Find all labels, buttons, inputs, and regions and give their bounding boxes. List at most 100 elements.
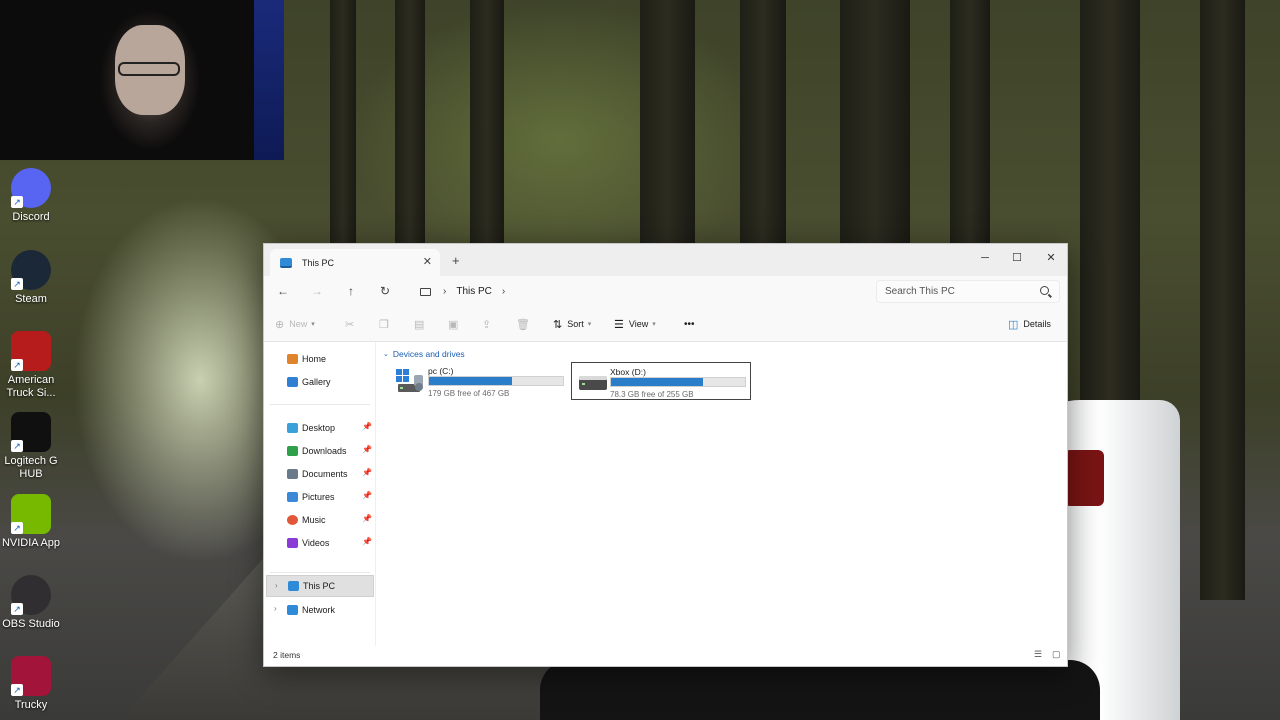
desktop-icon-discord[interactable]: ↗ Discord [0, 168, 62, 224]
more-options-button[interactable]: ••• [684, 317, 695, 331]
trucky-icon: ↗ [11, 656, 51, 696]
close-button[interactable]: ✕ [1036, 248, 1066, 268]
desktop-icon-label: NVIDIA App [1, 537, 61, 549]
wallpaper-car-taillight [1064, 450, 1104, 506]
chevron-down-icon: ▾ [587, 321, 592, 328]
drive-usage-fill [611, 378, 704, 386]
new-button[interactable]: ⊕ New ▾ [275, 317, 315, 331]
status-bar: 2 items ☰ ▢ [264, 644, 1067, 666]
shortcut-arrow-icon: ↗ [11, 359, 23, 371]
desktop-icon-label: American Truck Si... [6, 374, 56, 399]
sort-button[interactable]: ⇅ Sort ▾ [553, 317, 591, 331]
sidebar-item-label: Downloads [302, 446, 347, 456]
shortcut-arrow-icon: ↗ [11, 278, 23, 290]
back-button[interactable]: ← [273, 282, 293, 300]
shortcut-arrow-icon: ↗ [11, 603, 23, 615]
drive-usage-bar [428, 376, 564, 386]
desktop-icon-label: Logitech G HUB [4, 455, 58, 480]
view-list-icon: ☰ [614, 318, 624, 331]
refresh-button[interactable]: ↻ [375, 282, 395, 300]
wallpaper-car-bumper [540, 660, 1100, 720]
sort-icon: ⇅ [553, 318, 563, 331]
details-button[interactable]: ◫ Details [1008, 317, 1051, 331]
sidebar-item-documents[interactable]: Documents 📌 [266, 463, 374, 485]
documents-icon [287, 469, 298, 479]
sidebar-item-network[interactable]: › Network [266, 599, 374, 621]
command-bar: ⊕ New ▾ ✂ ❐ ▤ ▣ ⇪ 🗑 ⇅ Sort ▾ ☰ View ▾ ••… [264, 306, 1067, 342]
shortcut-arrow-icon: ↗ [11, 522, 23, 534]
details-pane-icon: ◫ [1008, 318, 1019, 331]
desktop-icon-label: Discord [12, 211, 50, 223]
this-pc-icon [280, 257, 292, 268]
sidebar-item-label: Home [302, 354, 327, 364]
desktop-icon-obs[interactable]: ↗ OBS Studio [0, 575, 62, 631]
sidebar-item-label: This PC [303, 581, 336, 591]
sidebar-item-pictures[interactable]: Pictures 📌 [266, 486, 374, 508]
cut-button[interactable]: ✂ [345, 317, 359, 331]
desktop-folder-icon [287, 423, 298, 433]
tab-close-icon[interactable]: ✕ [423, 255, 432, 268]
details-view-icon[interactable]: ☰ [1034, 650, 1044, 659]
sidebar-item-gallery[interactable]: Gallery [266, 371, 374, 393]
navigation-pane: Home Gallery Desktop 📌 Downloads 📌 Docum… [264, 342, 376, 646]
chevron-right-icon: › [443, 286, 447, 297]
chevron-down-icon: ▾ [652, 321, 656, 328]
truck-icon: ↗ [11, 331, 51, 371]
rename-button[interactable]: ▣ [448, 317, 463, 331]
webcam-edge [254, 0, 284, 160]
group-label: Devices and drives [392, 349, 465, 359]
address-bar[interactable]: › This PC › [412, 280, 870, 303]
tiles-view-icon[interactable]: ▢ [1052, 650, 1062, 659]
share-icon: ⇪ [482, 318, 492, 331]
share-button[interactable]: ⇪ [482, 317, 496, 331]
paste-button[interactable]: ▤ [414, 317, 429, 331]
copy-icon: ❐ [379, 318, 389, 331]
sidebar-item-music[interactable]: Music 📌 [266, 509, 374, 531]
shortcut-arrow-icon: ↗ [11, 684, 23, 696]
desktop-icon-trucky[interactable]: ↗ Trucky [0, 656, 62, 712]
view-button[interactable]: ☰ View ▾ [614, 317, 656, 331]
tab-title: This PC [302, 257, 335, 268]
desktop-icon-logitech[interactable]: ↗ Logitech G HUB [0, 412, 62, 481]
tab-this-pc[interactable]: This PC ✕ [270, 249, 440, 276]
sidebar-item-desktop[interactable]: Desktop 📌 [266, 417, 374, 439]
desktop-icon-label: Trucky [14, 699, 48, 711]
monitor-icon [420, 287, 431, 296]
scissors-icon: ✂ [345, 318, 355, 331]
details-label: Details [1023, 319, 1051, 329]
chevron-right-icon[interactable]: › [275, 581, 278, 590]
delete-button[interactable]: 🗑 [516, 317, 535, 331]
rename-icon: ▣ [448, 318, 459, 331]
webcam-overlay [0, 0, 284, 160]
maximize-button[interactable]: ☐ [1002, 248, 1032, 268]
content-pane: ⌄ Devices and drives pc (C:) 179 GB free… [376, 342, 1068, 646]
breadcrumb-this-pc[interactable]: This PC [456, 286, 492, 297]
drive-tile-c[interactable]: pc (C:) 179 GB free of 467 GB [390, 362, 570, 400]
forward-button[interactable]: → [307, 282, 327, 300]
videos-icon [287, 538, 298, 548]
up-button[interactable]: ↑ [341, 282, 361, 300]
desktop-icon-american-truck[interactable]: ↗ American Truck Si... [0, 331, 62, 400]
search-input[interactable]: Search This PC [876, 280, 1060, 303]
paste-icon: ▤ [414, 318, 425, 331]
drive-tile-d[interactable]: Xbox (D:) 78.3 GB free of 255 GB [571, 362, 751, 400]
sidebar-item-videos[interactable]: Videos 📌 [266, 532, 374, 554]
desktop-icon-steam[interactable]: ↗ Steam [0, 250, 62, 306]
new-tab-button[interactable]: + [452, 253, 460, 268]
devices-group-header[interactable]: ⌄ Devices and drives [383, 349, 465, 359]
sidebar-item-label: Gallery [302, 377, 331, 387]
chevron-down-icon: ▾ [311, 321, 315, 328]
minimize-button[interactable]: ─ [970, 248, 1000, 268]
trash-icon: 🗑 [516, 318, 530, 331]
pin-icon: 📌 [362, 514, 372, 523]
copy-button[interactable]: ❐ [379, 317, 394, 331]
desktop-icon-label: Steam [15, 293, 47, 305]
chevron-right-icon[interactable]: › [502, 286, 505, 297]
desktop-icon-nvidia[interactable]: ↗ NVIDIA App [0, 494, 62, 550]
title-bar: This PC ✕ + ─ ☐ ✕ [264, 244, 1067, 276]
chevron-right-icon[interactable]: › [274, 604, 277, 613]
sidebar-item-home[interactable]: Home [266, 348, 374, 370]
sidebar-item-downloads[interactable]: Downloads 📌 [266, 440, 374, 462]
sidebar-item-this-pc[interactable]: › This PC [266, 575, 374, 597]
sidebar-item-label: Music [302, 515, 326, 525]
